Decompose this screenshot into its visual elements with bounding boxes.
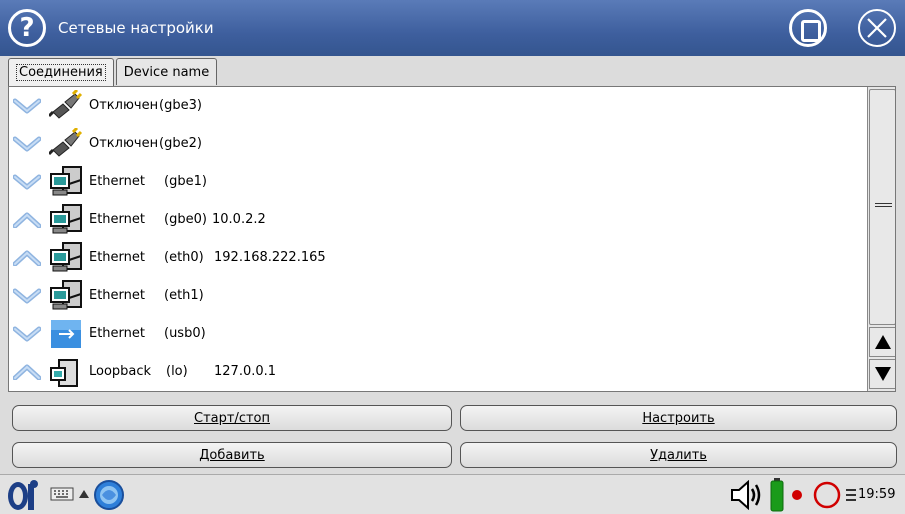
configure-button[interactable]: Настроить (460, 405, 897, 431)
delete-label: Удалить (650, 447, 707, 463)
connection-name: Ethernet (89, 174, 145, 189)
network-status-icon (845, 487, 857, 507)
clock: 19:59 (858, 487, 896, 502)
volume-icon[interactable] (728, 479, 764, 514)
tab-bar: Соединения Device name (8, 58, 219, 86)
triangle-up-icon (874, 335, 891, 349)
grip-line (875, 206, 892, 207)
configure-label: Настроить (642, 410, 715, 426)
close-circle-icon[interactable] (858, 9, 896, 47)
status-circle-icon[interactable] (812, 480, 842, 514)
battery-icon (770, 478, 784, 514)
tab-connections-label: Соединения (16, 64, 106, 81)
chevron-up-icon[interactable] (12, 364, 42, 381)
connection-row[interactable]: Ethernet (usb0) (9, 315, 867, 353)
connection-name: Loopback (89, 364, 152, 379)
connection-row[interactable]: Отключен (gbe3) (9, 87, 867, 125)
connection-address: 127.0.0.1 (214, 364, 277, 379)
chevron-down-icon[interactable] (12, 98, 42, 114)
scroll-up-button[interactable] (869, 327, 895, 357)
connection-interface: (gbe3) (159, 98, 202, 113)
loopback-computer-icon (49, 356, 83, 388)
arrow-up-icon[interactable] (78, 488, 90, 504)
tab-connections[interactable]: Соединения (8, 58, 114, 86)
network-computer-icon (49, 242, 83, 274)
scrollbar-thumb[interactable] (869, 89, 895, 325)
connection-address: 10.0.2.2 (212, 212, 266, 227)
add-label: Добавить (199, 447, 265, 463)
connection-interface: (eth1) (164, 288, 204, 303)
chevron-down-icon[interactable] (12, 326, 42, 342)
connection-row[interactable]: Ethernet (eth1) (9, 277, 867, 315)
connection-name: Ethernet (89, 326, 145, 341)
connection-interface: (gbe0) (164, 212, 207, 227)
delete-button[interactable]: Удалить (460, 442, 897, 468)
network-computer-icon (49, 280, 83, 312)
chevron-down-icon[interactable] (12, 174, 42, 190)
connection-list[interactable]: Отключен (gbe3) Отключен (gbe2) Ethernet (g… (8, 86, 896, 392)
scrollbar[interactable] (867, 87, 895, 391)
chevron-down-icon[interactable] (12, 288, 42, 304)
chevron-up-icon[interactable] (12, 212, 42, 229)
network-computer-icon (49, 204, 83, 236)
triangle-down-icon (874, 367, 891, 381)
start-stop-label: Старт/стоп (194, 410, 270, 426)
disconnected-plug-icon (47, 126, 83, 160)
connection-interface: (lo) (166, 364, 188, 379)
keyboard-icon[interactable] (50, 486, 74, 506)
network-computer-icon (49, 166, 83, 198)
start-menu-icon[interactable] (4, 478, 44, 514)
connection-row[interactable]: Отключен (gbe2) (9, 125, 867, 163)
connection-row[interactable]: Ethernet (gbe0) 10.0.2.2 (9, 201, 867, 239)
window-title: Сетевые настройки (58, 19, 214, 37)
record-indicator-icon (791, 489, 803, 505)
help-circle-icon[interactable]: ? (8, 9, 46, 47)
tab-device-name[interactable]: Device name (115, 58, 218, 85)
connection-name: Ethernet (89, 288, 145, 303)
chevron-up-icon[interactable] (12, 250, 42, 267)
connection-name: Отключен (89, 136, 159, 151)
connection-row[interactable]: Loopback (lo) 127.0.0.1 (9, 353, 867, 391)
title-bar: ? Сетевые настройки (0, 0, 905, 56)
add-button[interactable]: Добавить (12, 442, 452, 468)
connection-row[interactable]: Ethernet (gbe1) (9, 163, 867, 201)
connection-name: Ethernet (89, 212, 145, 227)
connection-interface: (gbe2) (159, 136, 202, 151)
usb-network-icon (49, 318, 83, 350)
disconnected-plug-icon (47, 88, 83, 122)
connection-interface: (gbe1) (164, 174, 207, 189)
connection-interface: (eth0) (164, 250, 204, 265)
connection-interface: (usb0) (164, 326, 206, 341)
connection-row[interactable]: Ethernet (eth0) 192.168.222.165 (9, 239, 867, 277)
network-globe-icon[interactable] (92, 479, 126, 514)
start-stop-button[interactable]: Старт/стоп (12, 405, 452, 431)
connection-name: Ethernet (89, 250, 145, 265)
connection-name: Отключен (89, 98, 159, 113)
chevron-down-icon[interactable] (12, 136, 42, 152)
scroll-down-button[interactable] (869, 359, 895, 389)
taskbar: 19:59 (0, 474, 905, 514)
grip-line (875, 203, 892, 204)
tab-device-name-label: Device name (123, 64, 210, 80)
connection-address: 192.168.222.165 (214, 250, 326, 265)
maximize-icon[interactable] (789, 9, 827, 47)
